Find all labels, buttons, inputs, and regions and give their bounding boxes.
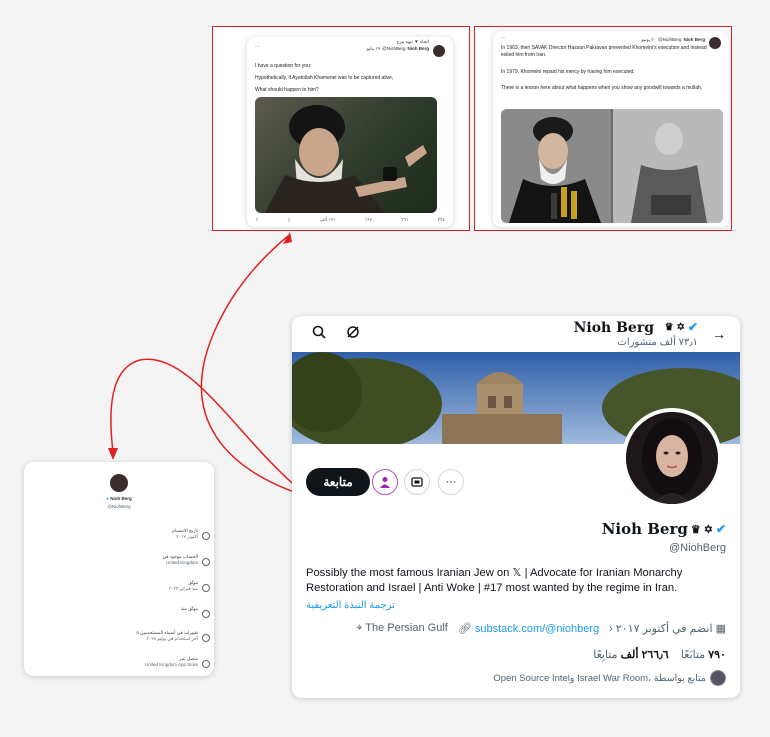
more-options-button[interactable]: ··· bbox=[438, 469, 464, 495]
crown-icon: ♛ bbox=[664, 321, 674, 333]
about-handle: @NiohBerg bbox=[107, 504, 131, 509]
globe-icon bbox=[202, 660, 210, 668]
translate-bio-link[interactable]: ترجمة النبذة التعريفية bbox=[306, 600, 395, 611]
about-avatar bbox=[110, 474, 128, 492]
followed-by[interactable]: Open Source Intelو Israel War Room، متاب… bbox=[493, 670, 726, 686]
profile-avatar[interactable] bbox=[622, 408, 722, 508]
verified-badge-icon: ● bbox=[106, 496, 109, 501]
about-row-verified[interactable]: موثّق منذ فبراير ٢٠٢٣ bbox=[32, 580, 210, 600]
follower-avatar-icon bbox=[710, 670, 726, 686]
verified-badge-icon: ✔ bbox=[687, 320, 698, 334]
website-link[interactable]: substack.com/@niohberg bbox=[475, 623, 599, 635]
location-item: ⌖ The Persian Gulf bbox=[356, 622, 448, 634]
posts-count: ٧٣٫١ ألف منشورات bbox=[617, 337, 698, 348]
back-arrow-icon[interactable]: → bbox=[712, 326, 726, 342]
about-name: ● Nioh Berg bbox=[106, 496, 132, 501]
header-name: Nioh Berg bbox=[573, 320, 654, 336]
subscribe-icon bbox=[380, 477, 390, 488]
website-item[interactable]: 🔗︎ substack.com/@niohberg bbox=[458, 622, 599, 635]
about-account-panel: ● Nioh Berg @NiohBerg تاريخ الانضمام أكتو… bbox=[24, 462, 214, 676]
location-icon bbox=[202, 558, 210, 566]
follow-stats: ٧٩٠ متابَعًا ٢٦٦٫٦ ألف متابِعًا bbox=[593, 648, 726, 661]
star-of-david-icon: ✡ bbox=[676, 321, 685, 333]
avatar-image bbox=[626, 412, 718, 504]
header-title: ♛ ✡ ✔ bbox=[665, 320, 698, 334]
calendar-icon bbox=[202, 532, 210, 540]
verified-badge-icon: ✔ bbox=[715, 522, 726, 536]
about-row-connected-via: متصل عبر United Kingdom App Store bbox=[32, 656, 210, 676]
shield-icon bbox=[202, 610, 210, 618]
profile-top-bar: ♛ ✡ ✔ Nioh Berg ٧٣٫١ ألف منشورات → bbox=[292, 316, 740, 352]
search-icon[interactable] bbox=[312, 325, 326, 339]
profile-meta: ⌖ The Persian Gulf 🔗︎ substack.com/@nioh… bbox=[306, 622, 726, 635]
following-stat[interactable]: ٧٩٠ متابَعًا bbox=[681, 649, 726, 661]
about-row-joined: تاريخ الانضمام أكتوبر ٢٠١٧ bbox=[32, 528, 210, 548]
location-icon: ⌖ bbox=[356, 622, 363, 634]
grok-icon[interactable] bbox=[346, 325, 360, 339]
about-row-verified-since[interactable]: موثّق منذ bbox=[32, 606, 210, 626]
follow-button[interactable]: متابعة bbox=[306, 468, 370, 496]
about-row-username-changes[interactable]: تغييرات في أسماء المستخدمين ٥ آخر استخدام… bbox=[32, 630, 210, 650]
joined-item: ▦ انضم في أكتوبر ٢٠١٧ ‹ bbox=[609, 623, 726, 635]
star-of-david-icon: ✡ bbox=[703, 522, 713, 536]
at-sign-icon bbox=[202, 634, 210, 642]
chevron-icon[interactable]: ‹ bbox=[609, 623, 613, 635]
link-icon: 🔗︎ bbox=[457, 623, 472, 635]
more-icon: ··· bbox=[445, 476, 457, 488]
profile-name: Nioh Berg bbox=[601, 520, 688, 538]
profile-handle: @NiohBerg bbox=[668, 542, 726, 554]
profile-name-row: Nioh Berg ♛ ✡ ✔ bbox=[602, 520, 726, 538]
verified-icon bbox=[202, 584, 210, 592]
profile-bio: Possibly the most famous Iranian Jew on … bbox=[306, 567, 683, 594]
notifications-button[interactable] bbox=[404, 469, 430, 495]
calendar-icon: ▦ bbox=[715, 623, 726, 635]
subscribe-button[interactable] bbox=[372, 469, 398, 495]
crown-icon: ♛ bbox=[690, 522, 701, 536]
notification-icon bbox=[411, 477, 423, 487]
followers-stat[interactable]: ٢٦٦٫٦ ألف متابِعًا bbox=[593, 649, 668, 661]
profile-card: ♛ ✡ ✔ Nioh Berg ٧٣٫١ ألف منشورات → متابع… bbox=[292, 316, 740, 698]
about-row-country: الحساب موجود في United Kingdom bbox=[32, 554, 210, 574]
